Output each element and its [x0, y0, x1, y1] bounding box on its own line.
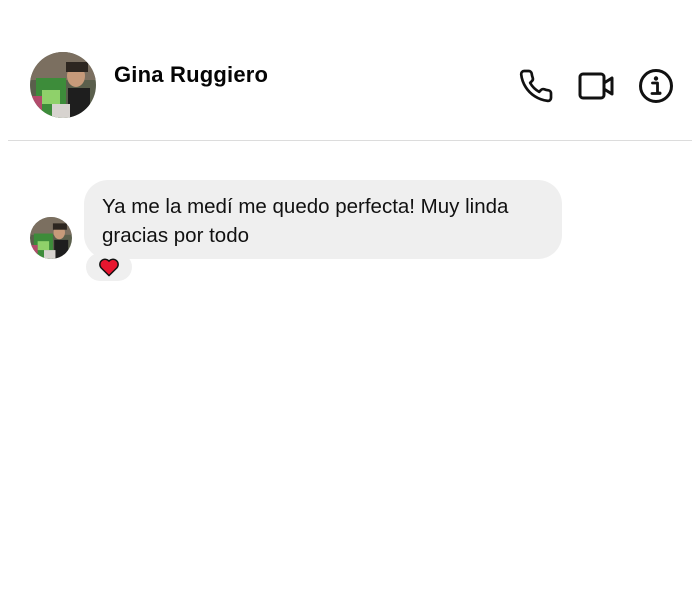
chat-window: Gina Ruggiero Ya me la medí me quedo per…	[0, 0, 700, 600]
message-text: Ya me la medí me quedo perfecta! Muy lin…	[102, 195, 509, 247]
info-button[interactable]	[637, 67, 675, 105]
contact-avatar[interactable]	[30, 52, 96, 118]
message-bubble[interactable]: Ya me la medí me quedo perfecta! Muy lin…	[84, 180, 562, 259]
avatar-photo	[30, 52, 96, 118]
phone-icon	[519, 69, 553, 103]
call-button[interactable]	[517, 67, 555, 105]
message-sender-avatar[interactable]	[30, 217, 72, 259]
heart-icon	[99, 258, 119, 277]
contact-name[interactable]: Gina Ruggiero	[114, 62, 268, 88]
message-reaction[interactable]	[86, 253, 132, 281]
avatar-photo	[30, 217, 72, 259]
video-call-button[interactable]	[577, 67, 615, 105]
header-divider	[8, 140, 692, 141]
info-icon	[639, 69, 673, 103]
conversation-header: Gina Ruggiero	[0, 0, 700, 141]
video-camera-icon	[578, 72, 614, 100]
